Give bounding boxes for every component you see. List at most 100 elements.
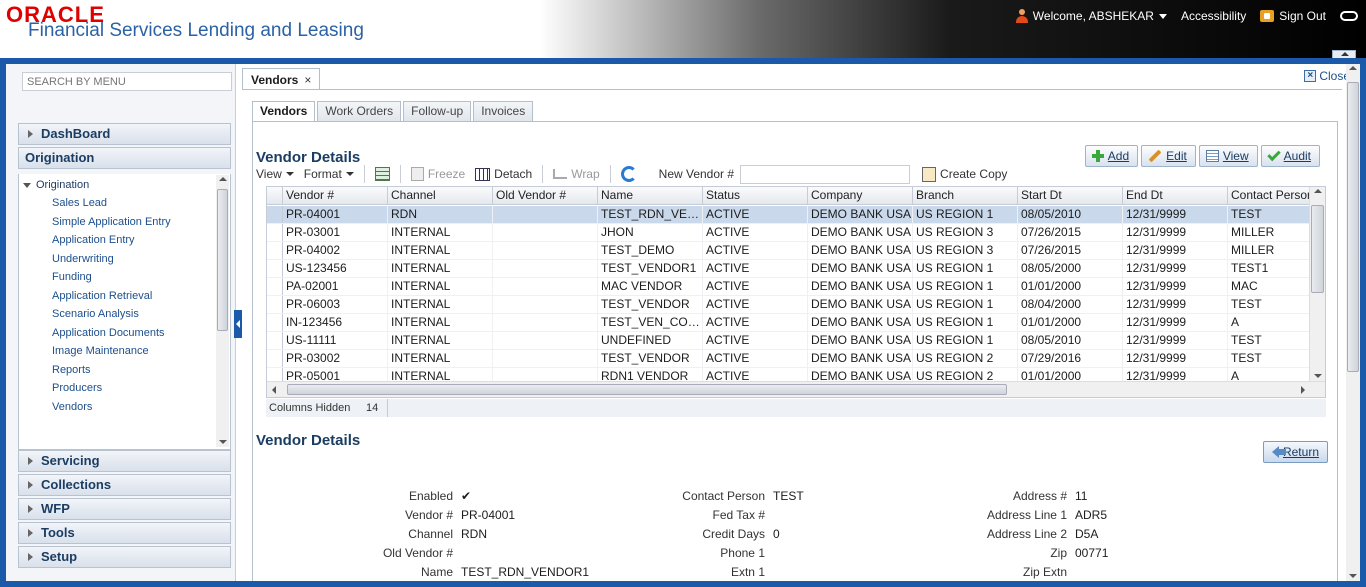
sign-out-link[interactable]: Sign Out [1260,9,1326,23]
detail-field: Credit Days 0 [452,525,779,543]
table-row[interactable]: IN-123456 INTERNAL TEST_VEN_COPY ACTIVE DEMO… [267,314,1325,332]
table-cell: 12/31/9999 [1123,206,1228,224]
menu-servicing[interactable]: Servicing [18,450,231,472]
toolbar-separator [399,165,401,183]
tab-follow-up[interactable]: Follow-up [403,101,472,122]
export-button[interactable] [374,167,390,181]
column-header[interactable]: Start Dt [1018,187,1123,205]
table-cell [493,278,598,296]
column-header[interactable]: Vendor # [283,187,388,205]
table-row[interactable]: PR-03002 INTERNAL TEST_VENDOR ACTIVE DEMO BA… [267,350,1325,368]
create-copy-button[interactable]: Create Copy [922,166,1007,182]
menu-item-image-maintenance[interactable]: Image Maintenance [23,342,171,361]
tree-root-origination[interactable]: Origination [23,176,171,194]
grid-vscroll-thumb[interactable] [1311,205,1324,293]
column-header[interactable]: Branch [913,187,1018,205]
user-menu[interactable]: Welcome, ABSHEKAR [1015,9,1167,23]
field-label: Name [420,565,453,579]
table-row[interactable]: PR-03001 INTERNAL JHON ACTIVE DEMO BANK USA U… [267,224,1325,242]
table-cell [493,296,598,314]
tab-invoices[interactable]: Invoices [473,101,534,122]
menu-search-input[interactable] [22,72,232,91]
freeze-button[interactable]: Freeze [410,167,465,181]
sign-out-label: Sign Out [1279,9,1326,23]
menu-tools[interactable]: Tools [18,522,231,544]
menu-setup[interactable]: Setup [18,546,231,568]
return-button[interactable]: Return [1262,441,1328,463]
detail-field: Address Line 2 D5A [812,525,1098,543]
menu-scroll-thumb[interactable] [217,189,228,331]
table-row[interactable]: PR-04001RDN TEST_RDN_VENDO...ACTIVEDEMO B… [267,206,1325,224]
menu-item-simple-application-entry[interactable]: Simple Application Entry [23,213,171,232]
menu-item-vendors[interactable]: Vendors [23,398,171,417]
row-selector[interactable] [267,224,283,241]
expand-triangle-icon [23,182,31,188]
scroll-down-icon [1314,374,1322,378]
table-cell: 01/01/2000 [1018,314,1123,332]
menu-item-scenario-analysis[interactable]: Scenario Analysis [23,305,171,324]
scroll-up-icon [1314,189,1322,193]
table-row[interactable]: US-11111 INTERNAL UNDEFINED ACTIVE DEMO BANK… [267,332,1325,350]
table-cell: 08/05/2010 [1018,206,1123,224]
row-selector[interactable] [267,350,283,367]
chevron-right-icon [28,481,33,489]
row-selector[interactable] [267,296,283,313]
column-header[interactable]: Company [808,187,913,205]
field-value: TEST [773,489,804,503]
menu-scrollbar[interactable] [216,175,229,447]
menu-item-funding[interactable]: Funding [23,268,171,287]
table-row[interactable]: PA-02001 INTERNAL MAC VENDOR ACTIVE DEMO BAN… [267,278,1325,296]
row-selector[interactable] [267,242,283,259]
table-row[interactable]: US-123456 INTERNAL TEST_VENDOR1 ACTIVE DEMO … [267,260,1325,278]
column-header[interactable]: End Dt [1123,187,1228,205]
tab-vendors[interactable]: Vendors × [242,68,321,90]
grid-horizontal-scrollbar[interactable] [267,381,1325,397]
column-header[interactable]: Channel [388,187,493,205]
menu-tools-label: Tools [41,525,75,540]
menu-item-application-documents[interactable]: Application Documents [23,324,171,343]
columns-hidden-count[interactable]: 14 [366,399,388,417]
table-cell: TEST_RDN_VENDO... [598,206,703,224]
refresh-button[interactable] [620,166,637,182]
format-menu[interactable]: Format [304,167,354,181]
table-cell: RDN [388,206,493,224]
close-tab-icon[interactable]: × [304,70,311,90]
column-header[interactable]: Status [703,187,808,205]
table-cell: US-123456 [283,260,388,278]
menu-wfp[interactable]: WFP [18,498,231,520]
collapse-menu-handle[interactable] [234,310,242,338]
menu-dashboard[interactable]: DashBoard [18,123,231,145]
menu-item-producers[interactable]: Producers [23,379,171,398]
scroll-top-button[interactable] [1332,50,1356,58]
table-row[interactable]: PR-06003 INTERNAL TEST_VENDOR ACTIVE DEMO BA… [267,296,1325,314]
menu-item-application-entry[interactable]: Application Entry [23,231,171,250]
menu-item-reports[interactable]: Reports [23,361,171,380]
menu-item-underwriting[interactable]: Underwriting [23,250,171,269]
view-menu[interactable]: View [256,167,294,181]
accessibility-link[interactable]: Accessibility [1181,9,1246,23]
column-header[interactable]: Old Vendor # [493,187,598,205]
row-selector[interactable] [267,206,283,223]
tab-work-orders[interactable]: Work Orders [317,101,402,122]
table-row[interactable]: PR-04002 INTERNAL TEST_DEMO ACTIVE DEMO BANK… [267,242,1325,260]
row-selector[interactable] [267,260,283,277]
row-selector[interactable] [267,278,283,295]
new-vendor-input[interactable] [740,164,911,184]
grid-vertical-scrollbar[interactable] [1309,187,1325,381]
menu-item-sales-lead[interactable]: Sales Lead [23,194,171,213]
menu-collections[interactable]: Collections [18,474,231,496]
row-selector[interactable] [267,332,283,349]
new-vendor-label: New Vendor # [658,167,735,181]
wrap-button[interactable]: Wrap [553,167,600,181]
row-selector[interactable] [267,314,283,331]
close-link[interactable]: × Close [1304,69,1350,83]
menu-item-application-retrieval[interactable]: Application Retrieval [23,287,171,306]
page-scroll-thumb[interactable] [1347,82,1359,372]
grid-header: Vendor # Channel Old Vendor # Name Status Com… [267,187,1325,205]
detach-button[interactable]: Detach [475,167,532,181]
grid-hscroll-thumb[interactable] [287,384,1007,395]
tab-vendors-inner[interactable]: Vendors [252,101,316,122]
page-scrollbar[interactable] [1346,64,1360,581]
column-header[interactable]: Name [598,187,703,205]
menu-origination[interactable]: Origination [18,147,231,169]
